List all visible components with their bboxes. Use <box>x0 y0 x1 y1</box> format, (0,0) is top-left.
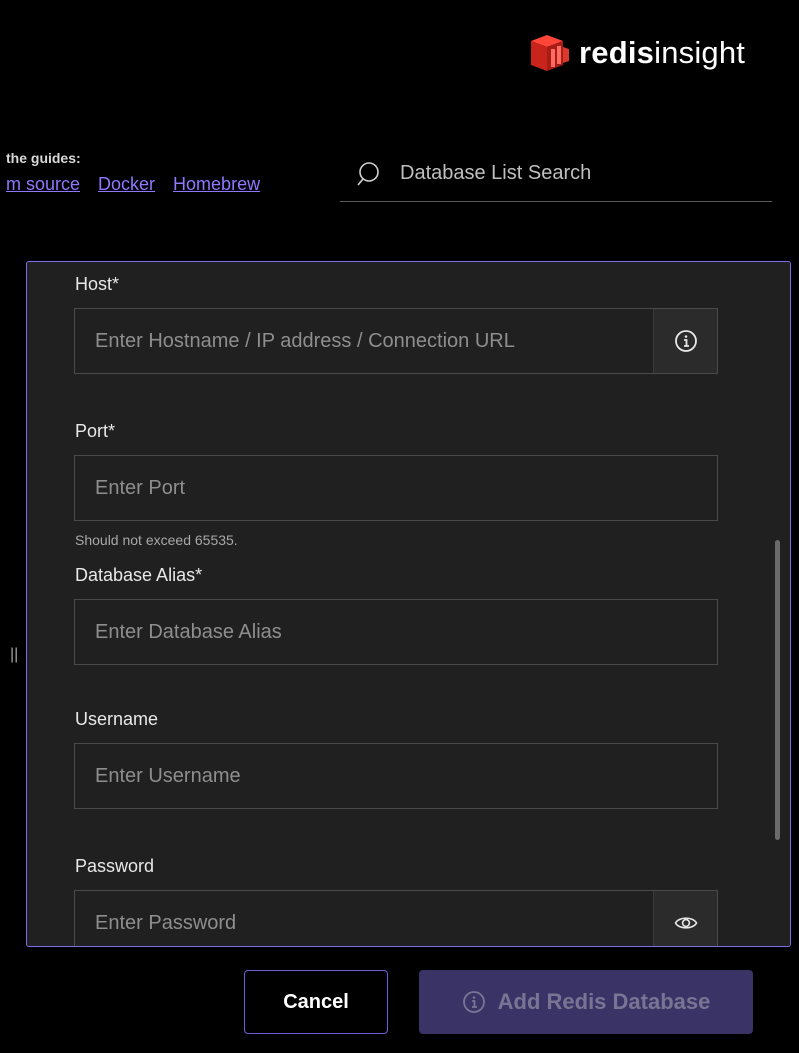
brand-name-bold: redis <box>579 35 655 70</box>
cancel-button[interactable]: Cancel <box>244 970 388 1034</box>
alias-field <box>74 599 718 665</box>
alias-label: Database Alias* <box>75 565 203 585</box>
guide-link-source[interactable]: m source <box>6 174 80 195</box>
add-database-screen: redisinsight the guides: m source Docker… <box>0 0 799 1053</box>
database-list-search <box>340 146 772 202</box>
port-helper-text: Should not exceed 65535. <box>75 532 238 548</box>
username-input[interactable] <box>75 744 717 808</box>
password-field <box>74 890 718 946</box>
add-redis-database-button[interactable]: Add Redis Database <box>419 970 753 1034</box>
guide-link-homebrew[interactable]: Homebrew <box>173 174 260 195</box>
form-scrollbar[interactable] <box>775 540 780 840</box>
username-field <box>74 743 718 809</box>
host-label: Host* <box>75 274 120 294</box>
redisinsight-logo: redisinsight <box>527 30 745 76</box>
info-icon <box>462 991 485 1013</box>
add-redis-database-label: Add Redis Database <box>497 989 711 1014</box>
host-input[interactable] <box>75 309 653 373</box>
redis-cube-icon <box>531 35 569 71</box>
add-database-form: Host* Port* Should not exceed 65535. Dat… <box>26 261 791 947</box>
eye-icon <box>674 917 697 929</box>
resize-handle[interactable]: || <box>10 646 18 664</box>
show-password-button[interactable] <box>653 891 717 946</box>
password-label: Password <box>75 856 155 876</box>
port-input[interactable] <box>75 456 717 520</box>
username-label: Username <box>75 709 159 729</box>
guide-link-docker[interactable]: Docker <box>98 174 155 195</box>
info-icon <box>674 330 697 352</box>
port-label: Port* <box>75 421 116 441</box>
search-icon <box>357 161 379 186</box>
host-field <box>74 308 718 374</box>
port-field <box>74 455 718 521</box>
guides-title: the guides: <box>6 150 81 166</box>
alias-input[interactable] <box>75 600 717 664</box>
guides-links: m source Docker Homebrew <box>6 174 260 195</box>
host-info-button[interactable] <box>653 309 717 373</box>
brand-name: redisinsight <box>579 35 745 71</box>
search-input[interactable] <box>400 162 740 185</box>
brand-name-regular: insight <box>654 35 746 70</box>
password-input[interactable] <box>75 891 653 946</box>
